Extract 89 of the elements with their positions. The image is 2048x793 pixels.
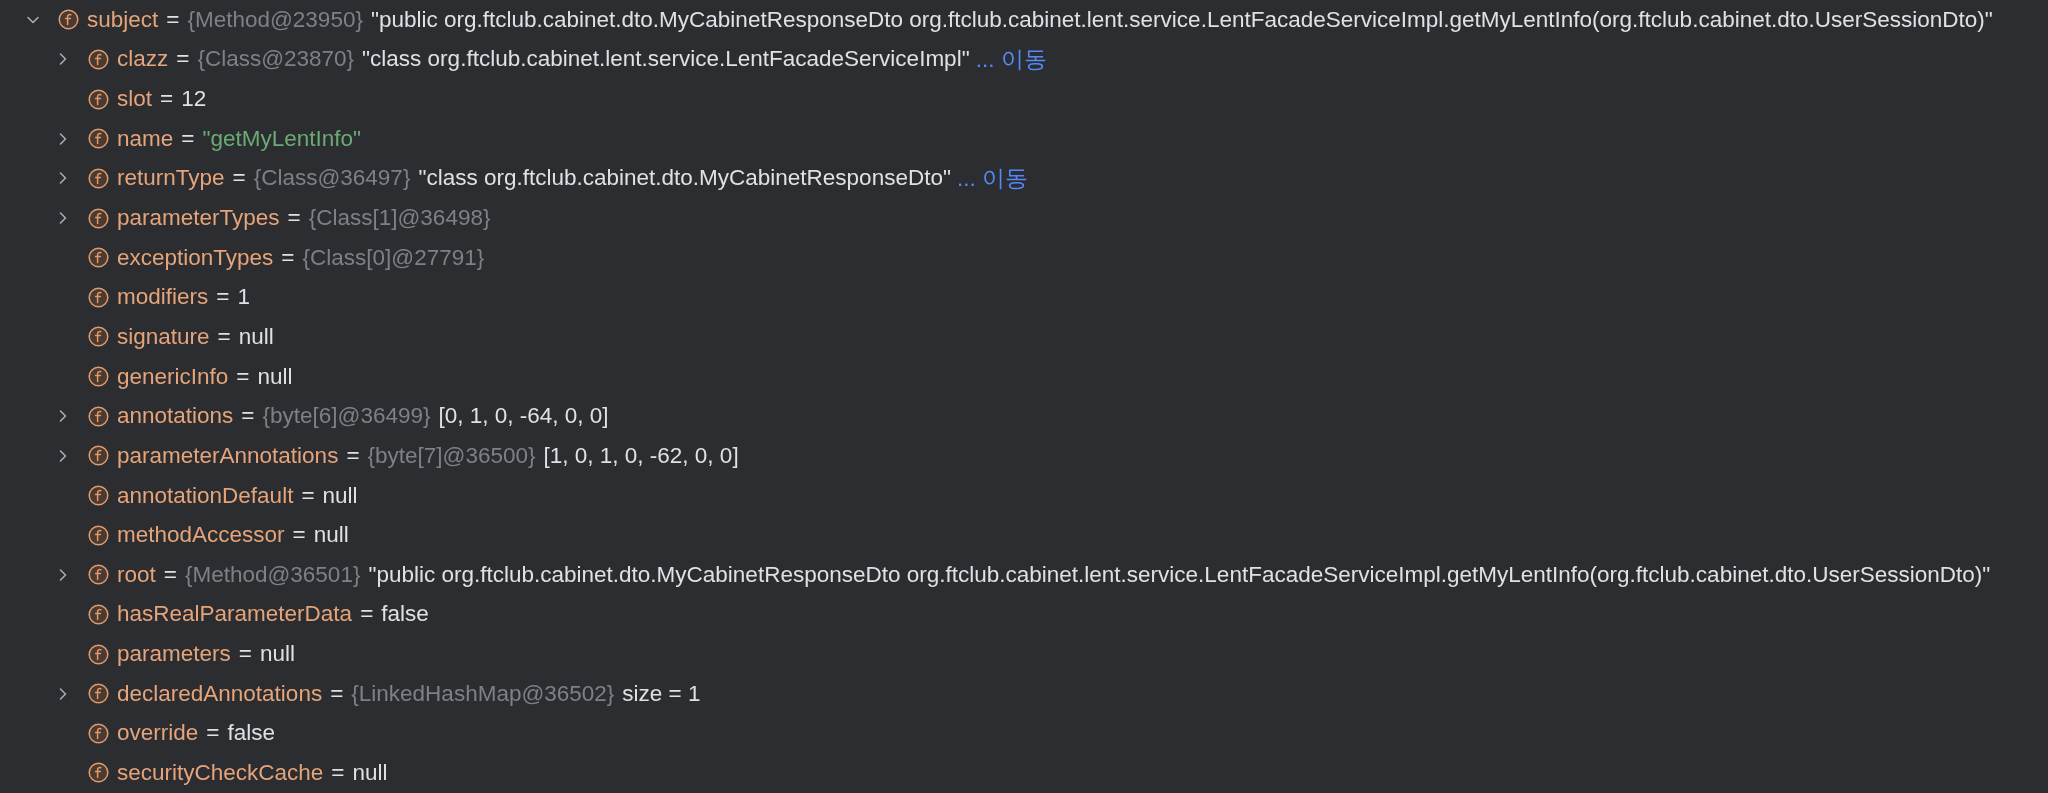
variable-name: override (117, 720, 199, 747)
equals-sign: = (281, 244, 295, 271)
type-label: {Class@36497} (253, 165, 411, 192)
field-icon (88, 445, 109, 467)
variable-name: genericInfo (117, 363, 229, 390)
field-icon (88, 48, 109, 70)
equals-sign: = (241, 403, 255, 430)
field-icon (88, 247, 109, 269)
variable-value: "class org.ftclub.cabinet.lent.service.LentFacadeServiceImpl" (362, 46, 970, 73)
variable-name: root (117, 561, 156, 588)
equals-sign: = (163, 561, 177, 588)
field-icon (88, 683, 109, 705)
equals-sign: = (217, 323, 231, 350)
variable-value: "public org.ftclub.cabinet.dto.MyCabinetResponseDto org.ftclub.cabinet.lent.service.LentFacadeServiceImpl.getMyLentInfo(org.ftclub.cabinet.dto.UserSessionDto)" (368, 561, 1991, 588)
equals-sign: = (287, 205, 301, 231)
field-icon (88, 326, 109, 348)
variable-value: false (381, 601, 429, 628)
field-icon (88, 643, 109, 665)
equals-sign: = (346, 442, 360, 469)
variable-value: null (322, 482, 358, 509)
type-label: {Class@23870} (197, 46, 355, 73)
navigate-link[interactable]: ... 이동 (975, 43, 1047, 75)
equals-sign: = (160, 86, 174, 113)
variable-name: annotations (117, 403, 234, 430)
variable-name: parameters (117, 641, 231, 668)
equals-sign: = (206, 720, 220, 747)
equals-sign: = (236, 363, 250, 390)
field-icon (88, 762, 109, 784)
field-icon (88, 603, 109, 625)
field-icon (58, 9, 79, 31)
variable-name: subject (87, 6, 159, 33)
field-icon (88, 405, 109, 427)
type-label: {Class[1]@36498} (308, 205, 491, 231)
variable-value: false (227, 720, 275, 747)
variable-name: exceptionTypes (117, 244, 274, 271)
variable-value: null (238, 323, 274, 350)
equals-sign: = (166, 6, 180, 33)
variable-name: parameterAnnotations (117, 442, 339, 469)
equals-sign: = (181, 125, 195, 152)
variable-value: null (313, 522, 349, 549)
equals-sign: = (238, 641, 252, 668)
variable-name: declaredAnnotations (117, 680, 323, 707)
variable-name: clazz (117, 46, 169, 73)
variable-name: slot (117, 86, 152, 113)
variable-name: returnType (117, 165, 225, 192)
field-icon (88, 128, 109, 150)
field-icon (88, 366, 109, 388)
field-icon (88, 167, 109, 189)
variable-value: "getMyLentInfo" (202, 125, 361, 152)
equals-sign: = (176, 46, 190, 73)
variable-value: 1 (237, 284, 250, 311)
type-label: {LinkedHashMap@36502} (351, 680, 615, 707)
field-icon (88, 564, 109, 586)
field-icon (88, 524, 109, 546)
equals-sign: = (292, 522, 306, 549)
variable-name: name (117, 125, 174, 152)
field-icon (88, 722, 109, 744)
variable-name: methodAccessor (117, 522, 285, 549)
field-icon (88, 286, 109, 308)
navigate-link[interactable]: ... 이동 (956, 162, 1028, 194)
equals-sign: = (331, 760, 345, 786)
type-label: {Method@36501} (184, 561, 361, 588)
variable-name: signature (117, 323, 210, 350)
type-label: {byte[6]@36499} (262, 403, 431, 430)
equals-sign: = (301, 482, 315, 509)
variable-value: "public org.ftclub.cabinet.dto.MyCabinetResponseDto org.ftclub.cabinet.lent.service.LentFacadeServiceImpl.getMyLentInfo(org.ftclub.cabinet.dto.UserSessionDto)" (370, 6, 1993, 33)
variable-value: null (352, 760, 388, 786)
variable-value: [1, 0, 1, 0, -62, 0, 0] (543, 442, 739, 469)
variable-value: "class org.ftclub.cabinet.dto.MyCabinetResponseDto" (418, 165, 951, 192)
type-label: {Method@23950} (187, 6, 363, 33)
equals-sign: = (232, 165, 246, 192)
equals-sign: = (360, 601, 374, 628)
variable-name: modifiers (117, 284, 209, 311)
variable-value: null (257, 363, 293, 390)
variable-name: annotationDefault (117, 482, 294, 509)
variable-name: securityCheckCache (117, 760, 324, 786)
variable-value: [0, 1, 0, -64, 0, 0] (438, 403, 609, 430)
field-icon (88, 207, 109, 229)
field-icon (88, 485, 109, 506)
equals-sign: = (330, 680, 344, 707)
variable-name: parameterTypes (117, 205, 280, 231)
field-icon (88, 88, 109, 110)
equals-sign: = (216, 284, 230, 311)
variable-value: null (259, 641, 295, 668)
variable-value: size = 1 (622, 680, 701, 707)
variable-value: 12 (181, 86, 207, 113)
variable-name: hasRealParameterData (117, 601, 353, 628)
type-label: {byte[7]@36500} (367, 442, 536, 469)
type-label: {Class[0]@27791} (302, 244, 485, 271)
